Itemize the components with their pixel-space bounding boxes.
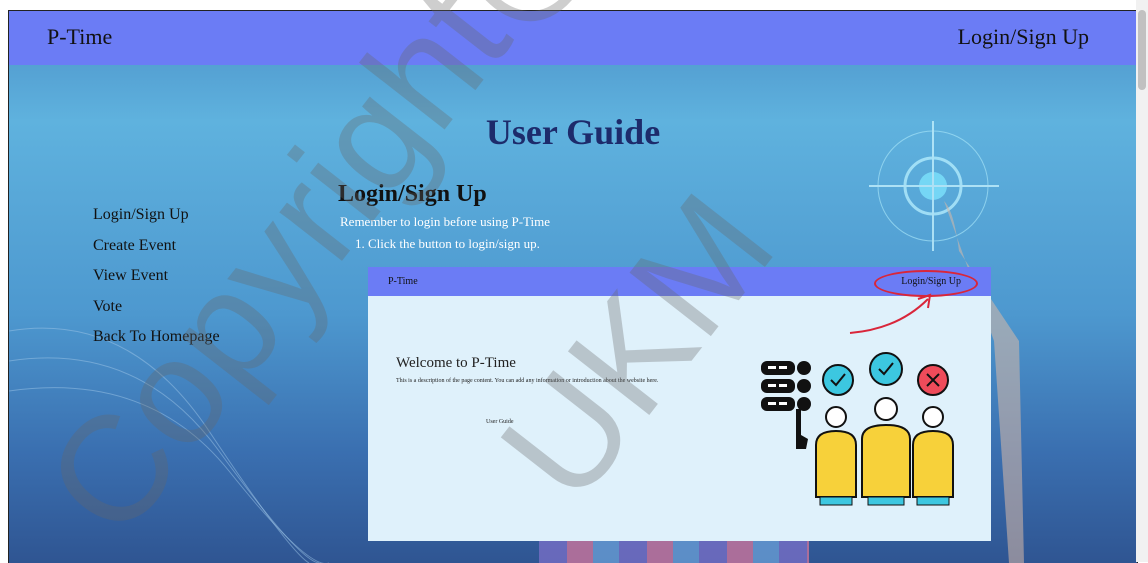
decorative-stripes xyxy=(539,541,809,563)
sidebar-item-view-event[interactable]: View Event xyxy=(93,264,220,295)
red-arrow-icon xyxy=(849,293,932,334)
page-frame: P-Time Login/Sign Up User Guide Login/Si… xyxy=(8,10,1138,563)
section-intro: Remember to login before using P-Time xyxy=(340,214,551,229)
guide-sidebar: Login/Sign Up Create Event View Event Vo… xyxy=(93,203,220,356)
sidebar-item-login[interactable]: Login/Sign Up xyxy=(93,203,220,234)
page-title: User Guide xyxy=(485,112,661,152)
sidebar-item-vote[interactable]: Vote xyxy=(93,295,220,326)
voting-people-icon xyxy=(761,352,954,506)
sidebar-item-back-home[interactable]: Back To Homepage xyxy=(93,325,220,356)
screenshot-brand: P-Time xyxy=(388,276,418,287)
example-screenshot: P-Time Login/Sign Up Welcome to P-Time T… xyxy=(368,267,991,541)
section-title: Login/Sign Up xyxy=(338,181,487,207)
scrollbar-thumb[interactable] xyxy=(1138,10,1146,90)
screenshot-welcome: Welcome to P-Time xyxy=(396,355,516,371)
section-step-1: 1. Click the button to login/sign up. xyxy=(355,236,540,251)
screenshot-description: This is a description of the page conten… xyxy=(396,378,659,384)
swirl-lines xyxy=(9,327,310,563)
vertical-scrollbar[interactable] xyxy=(1136,0,1148,562)
screenshot-guide-link: User Guide xyxy=(486,419,514,425)
sidebar-item-create-event[interactable]: Create Event xyxy=(93,234,220,265)
